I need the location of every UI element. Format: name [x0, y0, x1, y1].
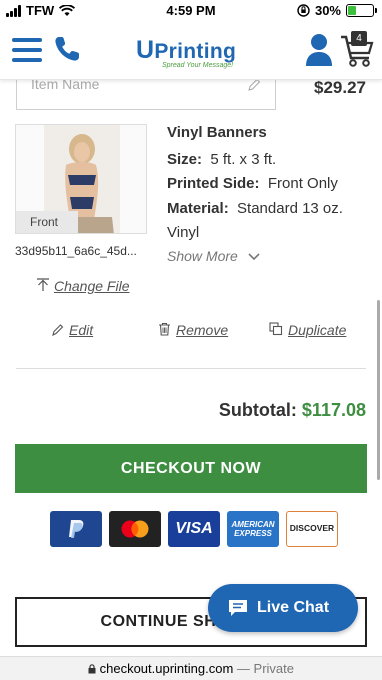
show-more-label: Show More [167, 248, 238, 264]
file-name: 33d95b11_6a6c_45d... [15, 244, 137, 258]
upload-icon [37, 278, 49, 291]
paypal-icon [50, 511, 102, 547]
phone-icon[interactable] [52, 34, 82, 64]
design-thumbnail[interactable]: Front [15, 124, 147, 234]
spec-label: Size: [167, 151, 203, 168]
site-header: UPrinting Spread Your Message! 4 [0, 22, 382, 80]
browser-url-bar[interactable]: checkout.uprinting.com — Private [0, 656, 382, 680]
remove-label: Remove [176, 322, 229, 338]
menu-icon[interactable] [12, 38, 42, 62]
logo-text: Printing [154, 40, 237, 63]
logo-tagline: Spread Your Message! [162, 62, 234, 69]
mastercard-icon [109, 511, 161, 547]
amex-icon: AMERICAN EXPRESS [227, 511, 279, 547]
pencil-icon [248, 78, 261, 91]
edit-label: Edit [69, 322, 94, 338]
cart-count-badge: 4 [351, 31, 367, 46]
visa-icon: VISA [168, 511, 220, 547]
spec-material: Material: Standard 13 oz. [167, 198, 343, 220]
spec-size: Size: 5 ft. x 3 ft. [167, 149, 276, 171]
status-bar: TFW 4:59 PM 30% [0, 0, 382, 22]
edit-link[interactable]: Edit [52, 322, 93, 338]
copy-icon [269, 322, 283, 336]
change-file-label: Change File [54, 278, 130, 294]
spec-value: Standard 13 oz. [237, 200, 343, 217]
chevron-down-icon [248, 253, 260, 261]
amex-label: AMERICAN EXPRESS [231, 520, 275, 538]
subtotal: Subtotal: $117.08 [219, 400, 366, 421]
battery-icon [346, 4, 377, 17]
product-title: Vinyl Banners [167, 124, 267, 141]
payment-methods: VISA AMERICAN EXPRESS DISCOVER [0, 511, 382, 547]
chat-icon [229, 600, 247, 616]
private-mode-label: — Private [236, 661, 294, 676]
subtotal-label: Subtotal: [218, 400, 297, 420]
spec-label: Material: [167, 200, 229, 217]
spec-value: Front Only [267, 175, 338, 192]
spec-value: 5 ft. x 3 ft. [210, 151, 277, 168]
logo-u: U [136, 36, 155, 64]
discover-label: DISCOVER [289, 523, 335, 533]
duplicate-label: Duplicate [288, 322, 347, 338]
account-icon[interactable] [304, 32, 334, 68]
trash-icon [159, 322, 170, 336]
battery-percent: 30% [314, 3, 341, 18]
checkout-now-button[interactable]: CHECKOUT NOW [15, 444, 367, 493]
change-file-link[interactable]: Change File [36, 278, 130, 294]
spec-label: Printed Side: [167, 175, 260, 192]
battery-info: 30% [297, 3, 377, 18]
divider [16, 368, 366, 369]
lock-icon [88, 664, 96, 674]
item-price: $29.27 [314, 78, 366, 97]
live-chat-button[interactable]: Live Chat [208, 584, 358, 632]
pencil-icon [52, 324, 64, 337]
remove-link[interactable]: Remove [158, 322, 228, 338]
scrollbar[interactable] [377, 300, 380, 480]
subtotal-value: $117.08 [301, 400, 366, 420]
live-chat-label: Live Chat [257, 599, 330, 616]
show-more-link[interactable]: Show More [167, 248, 260, 264]
visa-label: VISA [175, 520, 213, 537]
uprinting-logo[interactable]: UPrinting Spread Your Message! [136, 36, 246, 72]
thumbnail-side-label: Front [16, 211, 78, 233]
spec-printed-side: Printed Side: Front Only [167, 173, 338, 195]
discover-icon: DISCOVER [286, 511, 338, 547]
duplicate-link[interactable]: Duplicate [269, 322, 346, 338]
orientation-lock-icon [297, 4, 310, 17]
spec-material-continued: Vinyl [167, 224, 200, 241]
url-domain: checkout.uprinting.com [99, 661, 234, 676]
